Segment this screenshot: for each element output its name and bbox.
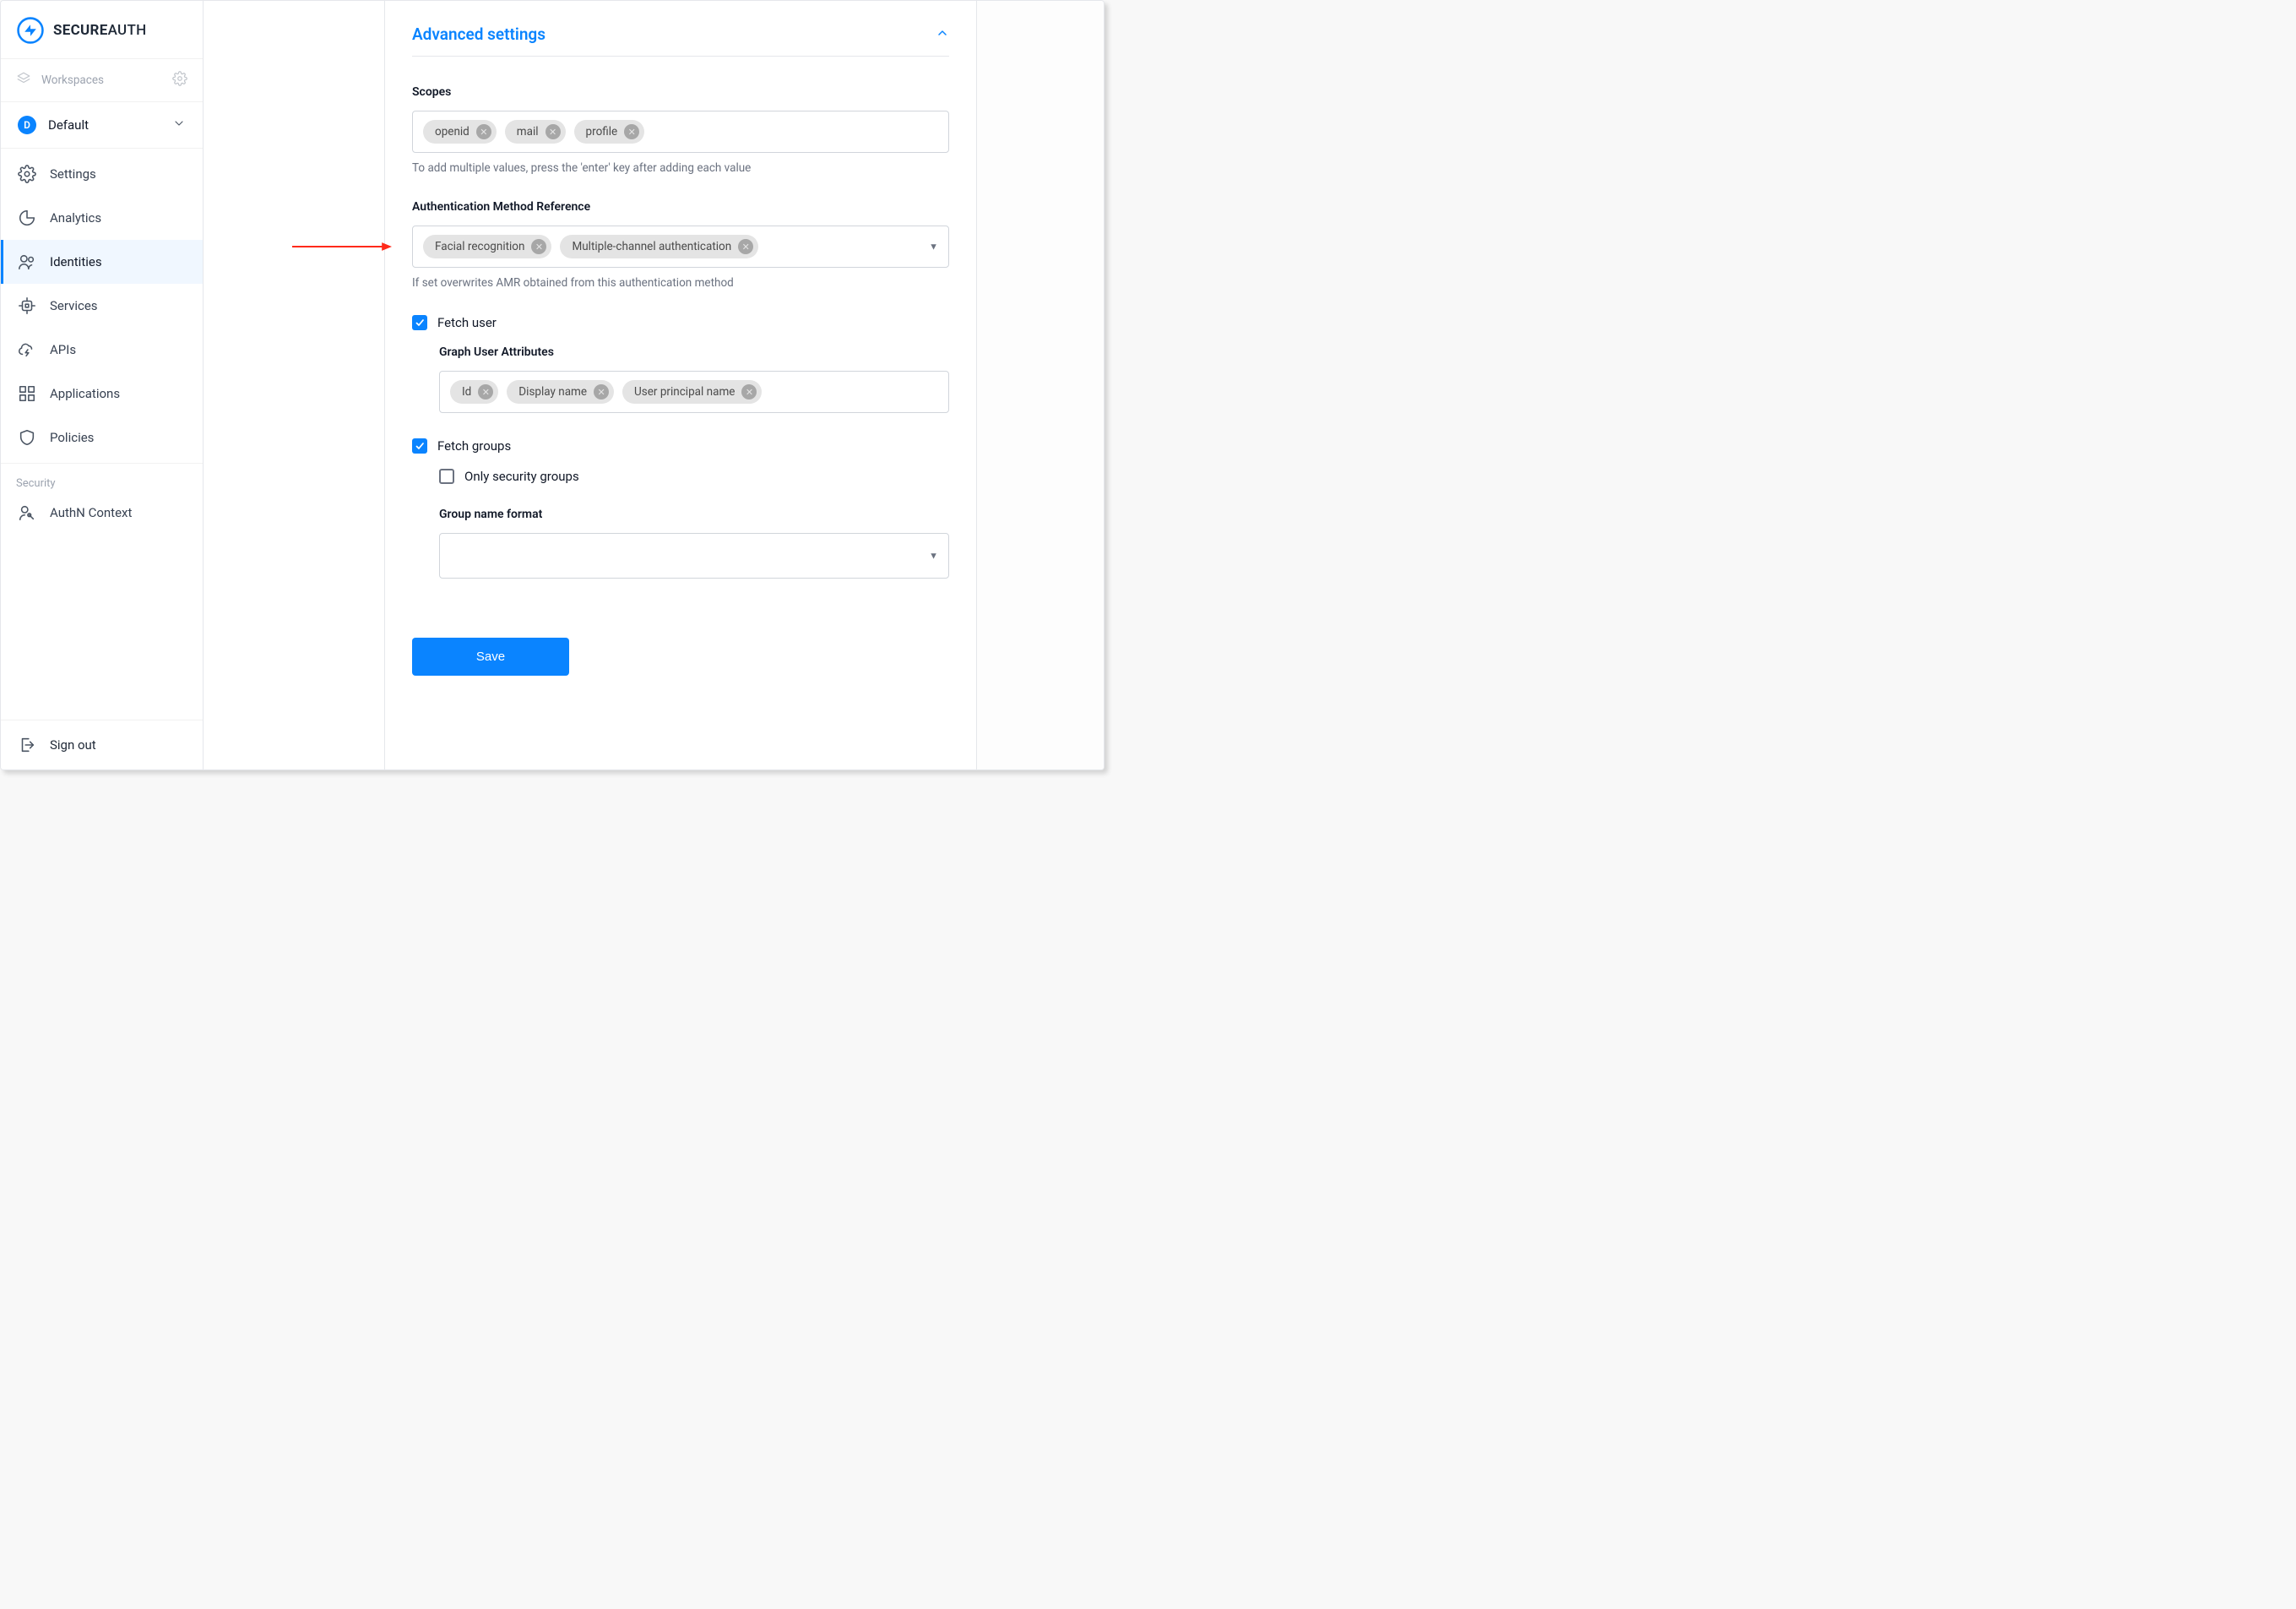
app-frame: SECUREAUTH Workspaces D Default Settings [0,0,1105,770]
sidebar-item-apis[interactable]: APIs [1,328,203,372]
cloud-bolt-icon [18,340,36,359]
sidebar-item-settings[interactable]: Settings [1,152,203,196]
chip-openid: openid✕ [423,120,497,144]
amr-helper: If set overwrites AMR obtained from this… [412,276,949,290]
chip-id: Id✕ [450,380,498,404]
brand: SECUREAUTH [1,1,203,59]
graph-attrs-input[interactable]: Id✕ Display name✕ User principal name✕ [439,371,949,413]
shield-icon [18,428,36,447]
sidebar-item-label: APIs [50,342,76,357]
sidebar: SECUREAUTH Workspaces D Default Settings [1,1,204,769]
sidebar-item-label: Policies [50,430,94,445]
only-security-label: Only security groups [464,469,579,484]
scopes-input[interactable]: openid✕ mail✕ profile✕ [412,111,949,153]
sidebar-item-label: Analytics [50,210,101,226]
caret-down-icon[interactable]: ▼ [929,242,938,253]
chevron-up-icon[interactable] [936,24,949,44]
section-title-row[interactable]: Advanced settings [412,24,949,44]
sidebar-item-policies[interactable]: Policies [1,416,203,459]
close-icon[interactable]: ✕ [546,124,561,139]
settings-panel: Advanced settings Scopes openid✕ mail✕ p… [385,1,976,769]
chip-mail: mail✕ [505,120,566,144]
sidebar-item-services[interactable]: Services [1,284,203,328]
pie-chart-icon [18,209,36,227]
scopes-group: Scopes openid✕ mail✕ profile✕ To add mul… [412,85,949,175]
annotation-arrow-icon [292,242,392,252]
chip-profile: profile✕ [574,120,645,144]
sidebar-item-identities[interactable]: Identities [1,240,203,284]
gutter [204,1,385,769]
right-fill [976,1,1104,769]
save-button[interactable]: Save [412,638,569,676]
layers-icon [16,71,31,90]
sidebar-item-analytics[interactable]: Analytics [1,196,203,240]
grid-icon [18,384,36,403]
sidebar-item-label: Services [50,298,98,313]
scopes-helper: To add multiple values, press the 'enter… [412,161,949,175]
workspace-selector[interactable]: D Default [1,102,203,149]
amr-input[interactable]: Facial recognition✕ Multiple-channel aut… [412,226,949,268]
brand-name: SECUREAUTH [53,22,147,39]
close-icon[interactable]: ✕ [738,239,753,254]
scopes-label: Scopes [412,85,949,99]
fetch-groups-group: Fetch groups Only security groups Group … [412,438,949,579]
only-security-checkbox[interactable] [439,469,454,484]
section-title: Advanced settings [412,24,546,44]
cpu-icon [18,296,36,315]
gear-icon[interactable] [172,71,187,90]
divider [412,56,949,57]
close-icon[interactable]: ✕ [478,384,493,400]
security-section-label: Security [1,464,203,497]
fetch-user-checkbox[interactable] [412,315,427,330]
workspace-avatar: D [18,116,36,134]
caret-down-icon[interactable]: ▼ [929,551,938,562]
group-format-select[interactable]: ▼ [439,533,949,579]
sidebar-item-label: AuthN Context [50,505,132,520]
chevron-down-icon [172,117,186,133]
logout-icon [18,736,36,754]
sidebar-item-label: Identities [50,254,102,269]
workspaces-label: Workspaces [41,73,162,87]
main-nav: Settings Analytics Identities Services A… [1,149,203,464]
chip-facial: Facial recognition✕ [423,235,551,258]
close-icon[interactable]: ✕ [476,124,491,139]
close-icon[interactable]: ✕ [531,239,546,254]
close-icon[interactable]: ✕ [594,384,609,400]
person-key-icon [18,503,36,522]
sidebar-item-authn-context[interactable]: AuthN Context [1,497,203,535]
signout-label: Sign out [50,737,96,753]
sidebar-item-label: Applications [50,386,120,401]
chip-upn: User principal name✕ [622,380,762,404]
sidebar-item-label: Settings [50,166,96,182]
workspace-name: Default [48,117,160,133]
fetch-groups-checkbox[interactable] [412,438,427,454]
main: Advanced settings Scopes openid✕ mail✕ p… [204,1,1104,769]
amr-group: Authentication Method Reference Facial r… [412,200,949,290]
amr-label: Authentication Method Reference [412,200,949,214]
brand-logo-icon [16,16,45,45]
chip-multi: Multiple-channel authentication✕ [560,235,758,258]
fetch-groups-label: Fetch groups [437,438,511,454]
sidebar-item-applications[interactable]: Applications [1,372,203,416]
sign-out-button[interactable]: Sign out [1,720,203,769]
close-icon[interactable]: ✕ [624,124,639,139]
fetch-user-label: Fetch user [437,315,497,330]
workspaces-header[interactable]: Workspaces [1,59,203,102]
gear-icon [18,165,36,183]
fetch-user-group: Fetch user Graph User Attributes Id✕ Dis… [412,315,949,413]
chip-display-name: Display name✕ [507,380,614,404]
close-icon[interactable]: ✕ [741,384,757,400]
graph-attrs-label: Graph User Attributes [439,345,949,359]
group-format-label: Group name format [439,508,949,521]
users-icon [18,253,36,271]
